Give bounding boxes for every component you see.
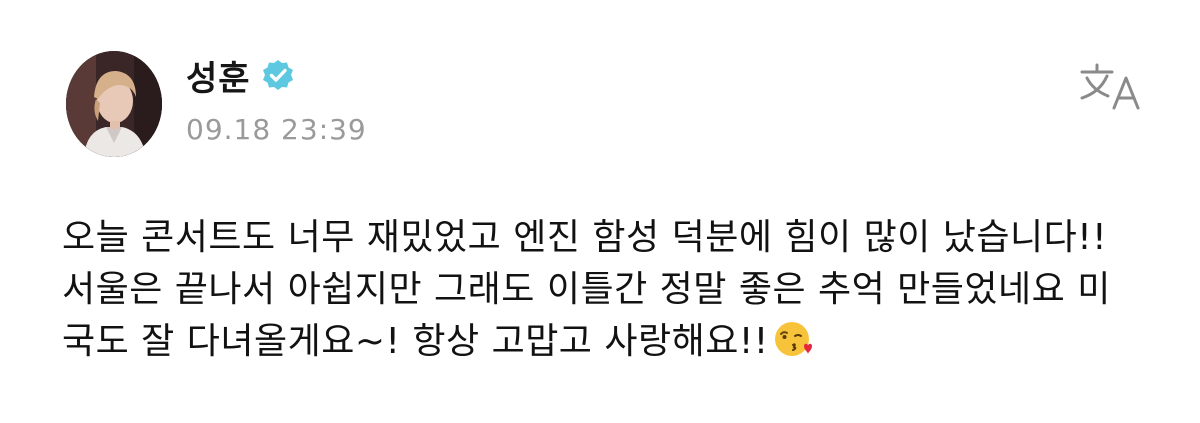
- post-content-line: 서울은 끝나서 아쉽지만 그래도 이틀간 정말 좋은 추억 만들었네요 미: [62, 269, 1111, 310]
- avatar[interactable]: [66, 51, 162, 157]
- author-block: 성훈: [186, 51, 295, 100]
- translate-button[interactable]: [1078, 62, 1144, 112]
- post-content: 오늘 콘서트도 너무 재밌었고 엔진 함성 덕분에 힘이 많이 났습니다!! 서…: [62, 212, 1172, 368]
- post-timestamp: 09.18 23:39: [186, 113, 367, 146]
- post-content-line-text: 국도 잘 다녀올게요~! 항상 고맙고 사랑해요!!: [62, 321, 769, 362]
- post-content-line: 오늘 콘서트도 너무 재밌었고 엔진 함성 덕분에 힘이 많이 났습니다!!: [62, 217, 1108, 258]
- face-blowing-kiss-emoji: [773, 319, 813, 359]
- translate-icon: [1080, 63, 1140, 110]
- post-content-line-last: 국도 잘 다녀올게요~! 항상 고맙고 사랑해요!!: [62, 316, 1172, 368]
- avatar-image: [66, 51, 162, 157]
- author-name[interactable]: 성훈: [186, 51, 251, 100]
- post-card: 성훈 09.18 23:39 오늘 콘서트도 너무 재밌었고 엔진 함성 덕분에…: [0, 0, 1200, 423]
- verified-badge-icon: [261, 58, 295, 92]
